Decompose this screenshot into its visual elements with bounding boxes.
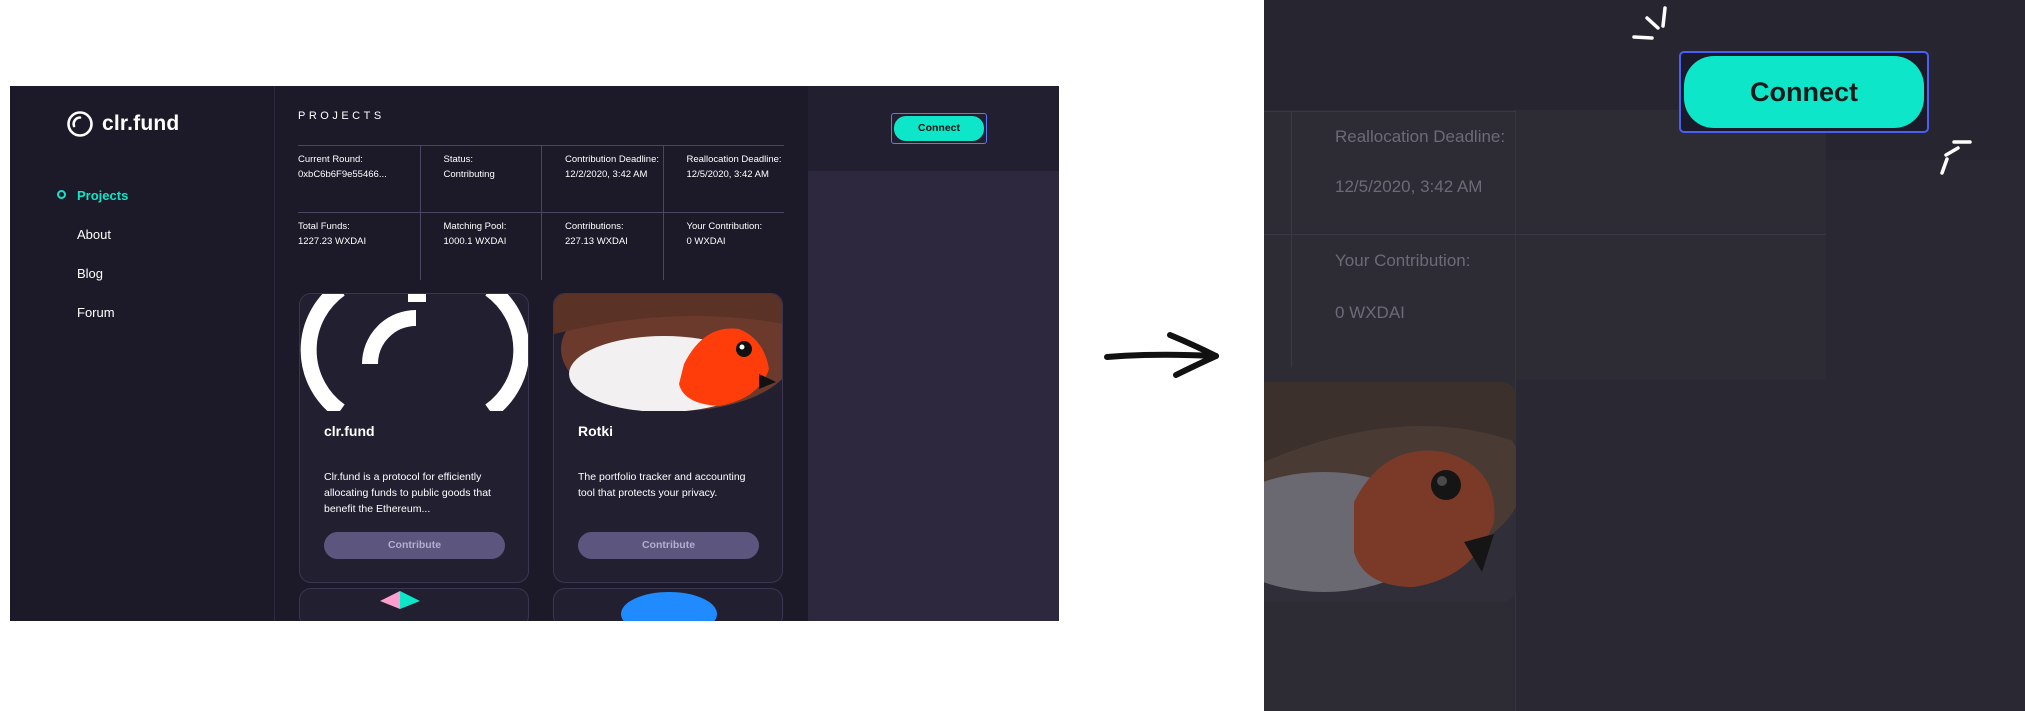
divider	[1264, 111, 1516, 112]
zoom-connect-button[interactable]: Connect	[1679, 51, 1929, 133]
stat-value: 1227.23 WXDAI	[298, 235, 367, 247]
sidebar-item-label: Projects	[77, 188, 129, 203]
stat-value: 1000.1 WXDAI	[443, 235, 507, 247]
sidebar-item-about[interactable]: About	[10, 215, 275, 254]
sidebar-nav: Projects About Blog Forum	[10, 176, 275, 332]
divider	[1291, 112, 1292, 367]
sidebar-item-label: Blog	[77, 266, 104, 281]
stat-value: 0 WXDAI	[686, 235, 726, 247]
sidebar-item-forum[interactable]: Forum	[10, 293, 275, 332]
logo-text: clr.fund	[102, 112, 180, 135]
stat-label: Contributions:	[565, 221, 624, 232]
project-name: clr.fund	[324, 423, 375, 439]
zoom-reallocation-label: Reallocation Deadline:	[1335, 127, 1506, 146]
sidebar-item-blog[interactable]: Blog	[10, 254, 275, 293]
sidebar-item-projects[interactable]: Projects	[10, 176, 275, 215]
clr-fund-project-image-icon	[300, 294, 528, 411]
zoom-robin-image-icon	[1264, 382, 1516, 602]
zoom-project-card	[1264, 382, 1516, 602]
main-content: PROJECTS Current Round: 0xbC6b6F9e55466.…	[276, 86, 808, 621]
round-info-grid: Current Round: 0xbC6b6F9e55466... Status…	[298, 145, 784, 280]
page-title: PROJECTS	[298, 110, 385, 122]
stat-label: Total Funds:	[298, 221, 350, 232]
contribute-button[interactable]: Contribute	[578, 532, 759, 559]
project-card-partial[interactable]	[299, 588, 529, 621]
project-description: The portfolio tracker and accounting too…	[578, 471, 746, 499]
project-card-rotki[interactable]: Rotki The portfolio tracker and accounti…	[553, 293, 783, 583]
right-panel: Connect	[808, 86, 1059, 621]
zoom-connect-button-label: Connect	[1684, 56, 1924, 128]
round-stat-total-funds: Total Funds: 1227.23 WXDAI	[298, 213, 420, 280]
zoom-your-contribution-label: Your Contribution:	[1335, 251, 1471, 270]
stat-value: 12/2/2020, 3:42 AM	[565, 168, 648, 180]
stat-label: Contribution Deadline:	[565, 154, 660, 165]
zoom-your-contribution-value: 0 WXDAI	[1335, 303, 1405, 322]
stat-value: 227.13 WXDAI	[565, 235, 628, 247]
project-name: Rotki	[578, 423, 613, 439]
stat-label: Reallocation Deadline:	[686, 154, 782, 165]
round-stat-contributions: Contributions: 227.13 WXDAI	[541, 213, 663, 280]
sidebar-item-label: About	[77, 227, 111, 242]
stat-value: 12/5/2020, 3:42 AM	[686, 168, 769, 180]
round-stat-matching-pool: Matching Pool: 1000.1 WXDAI	[419, 213, 542, 280]
zoom-reallocation-value: 12/5/2020, 3:42 AM	[1335, 177, 1483, 196]
stat-label: Your Contribution:	[686, 221, 763, 232]
project-image-partial-icon	[621, 592, 717, 621]
project-image-partial-icon	[380, 591, 420, 609]
zoom-content-column-right	[1516, 110, 1826, 380]
header-bar: Connect	[808, 86, 1059, 171]
project-card-clr-fund[interactable]: clr.fund Clr.fund is a protocol for effi…	[299, 293, 529, 583]
sidebar: clr.fund Projects About Blog Forum	[10, 86, 275, 621]
contribute-button[interactable]: Contribute	[324, 532, 505, 559]
stat-label: Status:	[443, 154, 474, 165]
sparkle-icon	[1632, 6, 1667, 40]
round-stat-current-round: Current Round: 0xbC6b6F9e55466...	[298, 146, 420, 213]
app-window: clr.fund Projects About Blog Forum PROJE…	[10, 86, 1059, 621]
clr-fund-logo-icon	[67, 111, 93, 137]
stat-label: Current Round:	[298, 154, 363, 165]
zoom-panel: Reallocation Deadline: 12/5/2020, 3:42 A…	[1264, 0, 2025, 711]
connect-button[interactable]: Connect	[891, 113, 987, 144]
active-indicator-icon	[57, 190, 66, 199]
round-stat-reallocation-deadline: Reallocation Deadline: 12/5/2020, 3:42 A…	[662, 146, 784, 213]
divider	[1264, 234, 1826, 235]
round-stat-your-contribution: Your Contribution: 0 WXDAI	[662, 213, 785, 280]
round-stat-status: Status: Contributing	[419, 146, 541, 213]
sidebar-item-label: Forum	[77, 305, 115, 320]
rotki-robin-image-icon	[554, 294, 782, 411]
sparkle-icon	[1940, 140, 1972, 175]
arrow-right-icon	[1104, 332, 1219, 378]
stat-label: Matching Pool:	[443, 221, 507, 232]
stat-value: Contributing	[443, 168, 495, 180]
round-stat-contribution-deadline: Contribution Deadline: 12/2/2020, 3:42 A…	[541, 146, 663, 213]
logo[interactable]: clr.fund	[66, 110, 179, 138]
connect-button-label: Connect	[894, 116, 984, 141]
stat-value: 0xbC6b6F9e55466...	[298, 168, 387, 180]
project-card-partial[interactable]	[553, 588, 783, 621]
project-description: Clr.fund is a protocol for efficiently a…	[324, 471, 491, 515]
